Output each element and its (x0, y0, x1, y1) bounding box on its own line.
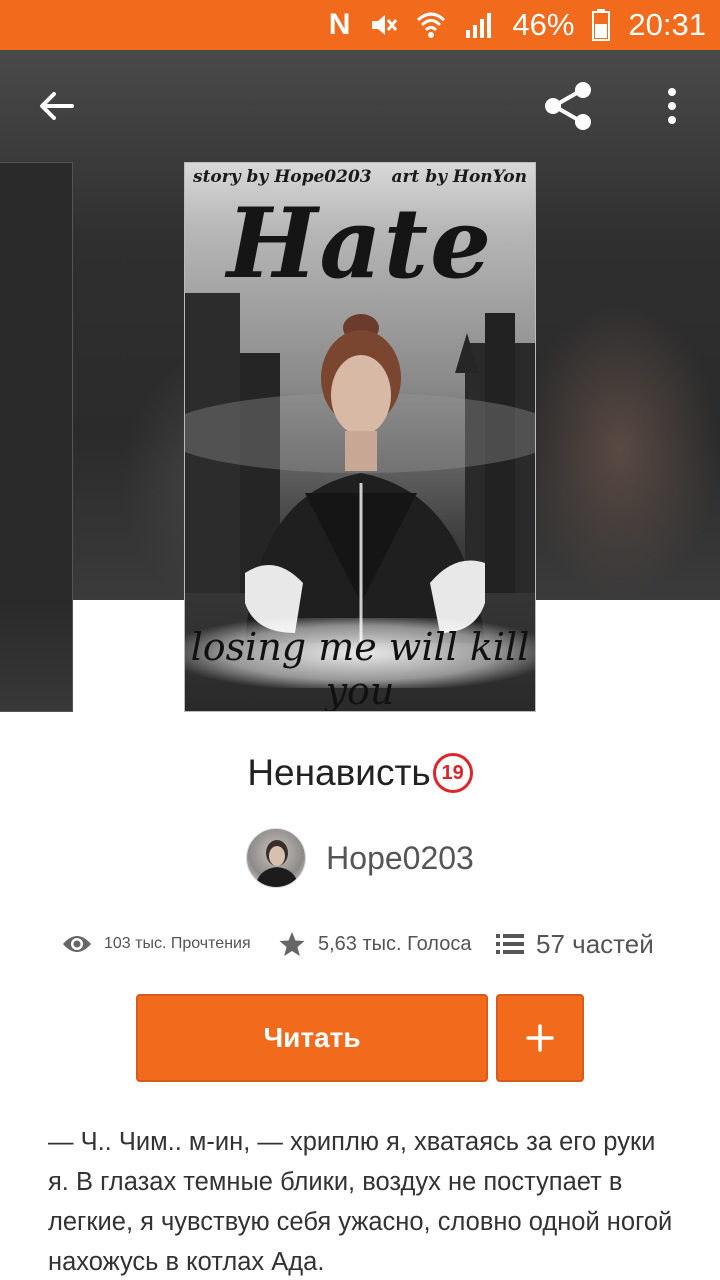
age-rating-badge: 19 (432, 753, 473, 793)
signal-icon (464, 10, 494, 40)
author-name[interactable]: Hope0203 (326, 840, 474, 877)
votes-stat: 5,63 тыс. Голоса (278, 922, 471, 966)
add-to-library-button[interactable] (496, 994, 584, 1082)
author-avatar[interactable] (246, 828, 307, 888)
nfc-icon: N (328, 8, 351, 41)
share-button[interactable] (538, 78, 598, 134)
book-cover[interactable]: story by Hope0203 art by HonYon Hate los… (184, 162, 536, 712)
battery-percent: 46% (512, 7, 575, 42)
eye-icon (63, 936, 91, 952)
mute-icon (368, 10, 398, 40)
read-button[interactable]: Читать (136, 994, 488, 1082)
book-title: Ненависть 19 (0, 752, 720, 794)
stats-row: 103 тыс. Прочтения 5,63 тыс. Голоса 57 ч… (0, 922, 720, 966)
back-button[interactable] (26, 80, 86, 132)
list-icon (496, 934, 524, 954)
author-row[interactable]: Hope0203 (0, 828, 720, 888)
book-description: — Ч.. Чим.. м-ин, — хриплю я, хватаясь з… (48, 1128, 673, 1276)
cover-credit-art: art by HonYon (391, 167, 527, 187)
more-vertical-icon (668, 88, 676, 124)
wifi-icon (416, 10, 446, 40)
clock: 20:31 (628, 7, 706, 42)
book-title-text: Ненависть (247, 752, 431, 793)
cover-title: Hate (226, 187, 494, 300)
reads-stat: 103 тыс. Прочтения (62, 922, 251, 966)
cover-credits: story by Hope0203 art by HonYon (193, 167, 527, 187)
parts-stat: 57 частей (496, 922, 654, 966)
star-icon (279, 932, 305, 956)
more-options-button[interactable] (650, 80, 694, 132)
reads-count: 103 тыс. Прочтения (104, 935, 251, 952)
plus-icon (526, 1024, 554, 1052)
share-icon (545, 82, 591, 130)
cover-tagline: losing me will kill you (190, 625, 530, 712)
arrow-left-icon (40, 92, 74, 120)
adjacent-book-cover[interactable] (0, 162, 73, 712)
status-bar: N 46% 20:31 (0, 0, 720, 50)
votes-count: 5,63 тыс. Голоса (318, 932, 472, 955)
cover-credit-story: story by Hope0203 (193, 167, 372, 187)
background-blur (520, 300, 720, 600)
parts-count: 57 частей (536, 928, 654, 959)
battery-icon (592, 9, 611, 41)
